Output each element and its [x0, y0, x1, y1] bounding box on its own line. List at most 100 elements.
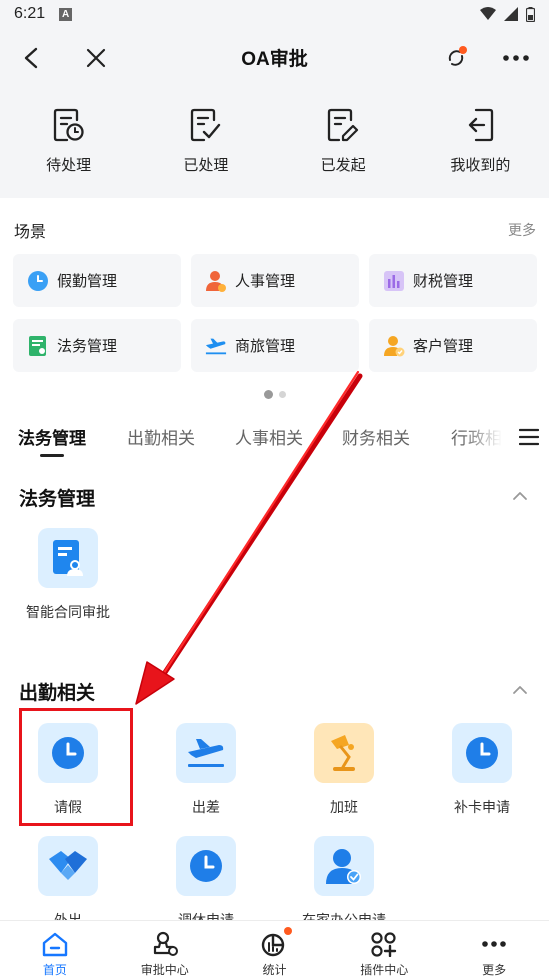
- nav-more[interactable]: 更多: [439, 921, 549, 980]
- quick-initiated[interactable]: 已发起: [275, 86, 412, 198]
- nav-label: 审批中心: [140, 963, 189, 977]
- scene-travel[interactable]: 商旅管理: [191, 319, 359, 372]
- quick-label: 已发起: [320, 157, 366, 174]
- notification-icon: A: [59, 7, 73, 21]
- tab-hr[interactable]: 人事相关: [235, 424, 303, 449]
- tab-legal[interactable]: 法务管理: [18, 424, 86, 449]
- tab-finance[interactable]: 财务相关: [342, 424, 410, 449]
- scene-grid: 假勤管理 人事管理 财税管理 法务管理 商旅管理 客户管理: [13, 254, 537, 372]
- quick-processed[interactable]: 已处理: [137, 86, 274, 198]
- scene-label: 人事管理: [235, 273, 296, 290]
- desk-lamp-icon: [314, 723, 374, 783]
- sync-icon: [448, 46, 467, 66]
- highlight-box: [19, 708, 133, 826]
- processed-doc-icon: [190, 108, 221, 142]
- status-icons: [480, 6, 535, 22]
- app-work-from-home[interactable]: 在家办公申请: [276, 836, 412, 930]
- handshake-icon: [38, 836, 98, 896]
- status-time: 6:21: [14, 5, 46, 22]
- app-overtime[interactable]: 加班: [276, 723, 412, 817]
- tab-attendance[interactable]: 出勤相关: [127, 424, 195, 449]
- close-icon: [86, 48, 106, 68]
- plane-icon: [205, 335, 227, 357]
- customer-icon: [383, 335, 405, 357]
- carousel-dot-active: [263, 390, 273, 399]
- wifi-icon: [480, 7, 496, 20]
- app-label: 智能合同审批: [26, 604, 110, 620]
- quick-pending[interactable]: 待处理: [0, 86, 137, 198]
- scene-hr[interactable]: 人事管理: [191, 254, 359, 307]
- section-title-legal: 法务管理: [19, 489, 96, 510]
- tab-indicator: [40, 454, 64, 457]
- tab-menu-button[interactable]: [508, 414, 549, 460]
- scene-label: 假勤管理: [57, 273, 118, 290]
- scene-attendance[interactable]: 假勤管理: [13, 254, 181, 307]
- battery-icon: [526, 6, 535, 22]
- scene-label: 商旅管理: [235, 338, 296, 355]
- scene-title: 场景: [14, 224, 47, 241]
- nav-label: 插件中心: [360, 963, 409, 977]
- back-arrow-icon: [24, 47, 38, 69]
- scene-header: 场景 更多: [0, 212, 549, 242]
- back-button[interactable]: [12, 38, 52, 78]
- hamburger-icon: [518, 428, 539, 446]
- scene-more-link[interactable]: 更多: [508, 220, 536, 240]
- app-header: OA审批: [0, 28, 549, 86]
- app-label: 出差: [192, 799, 220, 815]
- legal-doc-icon: [27, 335, 49, 357]
- stamp-icon: [153, 931, 178, 956]
- nav-plugin-center[interactable]: 插件中心: [329, 921, 439, 980]
- nav-statistics[interactable]: 统计: [220, 921, 330, 980]
- plane-icon: [176, 723, 236, 783]
- section-title-attendance: 出勤相关: [19, 683, 96, 704]
- chevron-up-icon[interactable]: [511, 487, 529, 505]
- more-dots-icon: [482, 941, 506, 947]
- clock-icon: [27, 270, 49, 292]
- plugin-grid-icon: [371, 932, 397, 957]
- nav-home[interactable]: 首页: [0, 921, 110, 980]
- notification-badge: [283, 927, 292, 935]
- close-button[interactable]: [76, 38, 116, 78]
- app-go-out[interactable]: 外出: [0, 836, 136, 930]
- category-tabs: 法务管理 出勤相关 人事相关 财务相关 行政相: [0, 414, 549, 460]
- scene-label: 财税管理: [413, 273, 474, 290]
- app-contract-approval[interactable]: 智能合同审批: [0, 528, 136, 622]
- pie-chart-icon: [262, 933, 285, 957]
- nav-approval-center[interactable]: 审批中心: [110, 921, 220, 980]
- app-label: 加班: [330, 799, 358, 815]
- scene-customer[interactable]: 客户管理: [369, 319, 537, 372]
- clock-icon: [452, 723, 512, 783]
- sync-button[interactable]: [436, 38, 476, 78]
- app-compensatory-leave[interactable]: 调休申请: [138, 836, 274, 930]
- home-icon: [42, 932, 68, 957]
- quick-received[interactable]: 我收到的: [412, 86, 549, 198]
- quick-label: 我收到的: [450, 157, 511, 174]
- scene-label: 客户管理: [413, 338, 474, 355]
- more-dots-icon: [503, 55, 529, 61]
- scene-finance[interactable]: 财税管理: [369, 254, 537, 307]
- nav-label: 首页: [42, 963, 67, 977]
- quick-actions: 待处理 已处理 已发起 我收到的: [0, 86, 549, 198]
- app-clock-in-fix[interactable]: 补卡申请: [414, 723, 549, 817]
- bottom-nav: 首页 审批中心 统计 插件中心 更多: [0, 920, 549, 980]
- nav-label: 统计: [262, 963, 287, 977]
- quick-label: 已处理: [183, 157, 229, 174]
- carousel-dots: [0, 390, 549, 399]
- app-label: 补卡申请: [454, 799, 510, 815]
- signal-icon: [504, 7, 518, 21]
- nav-label: 更多: [482, 963, 507, 977]
- clock-icon: [176, 836, 236, 896]
- contract-icon: [38, 528, 98, 588]
- person-icon: [205, 270, 227, 292]
- scene-legal[interactable]: 法务管理: [13, 319, 181, 372]
- more-menu-button[interactable]: [496, 38, 536, 78]
- tab-fade: [462, 414, 502, 460]
- app-business-trip[interactable]: 出差: [138, 723, 274, 817]
- status-bar: 6:21 A: [0, 0, 549, 28]
- chart-icon: [383, 270, 405, 292]
- received-doc-icon: [469, 108, 494, 142]
- chevron-up-icon[interactable]: [511, 681, 529, 699]
- scene-label: 法务管理: [57, 338, 118, 355]
- initiated-doc-icon: [327, 108, 359, 142]
- pending-doc-icon: [53, 108, 84, 142]
